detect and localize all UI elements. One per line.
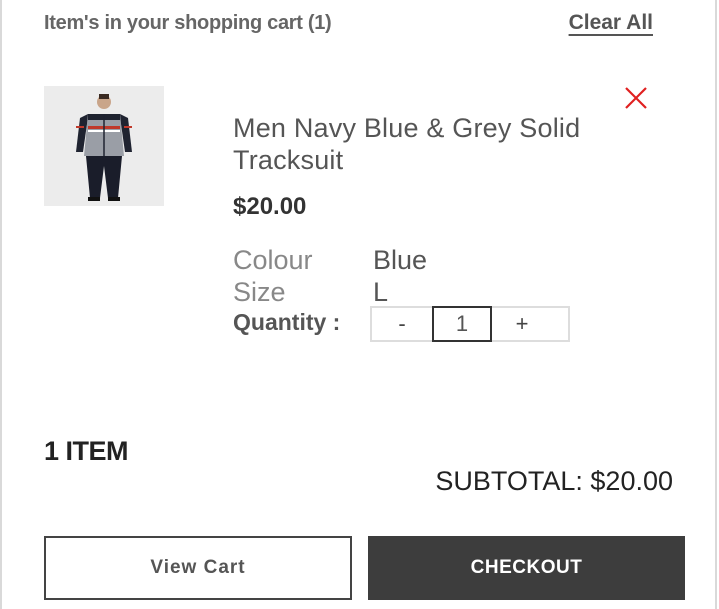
product-price: $20.00: [233, 193, 307, 220]
item-count: 1 ITEM: [44, 436, 129, 466]
attribute-size: Size L: [233, 276, 388, 308]
product-name[interactable]: Men Navy Blue & Grey Solid Tracksuit: [233, 112, 613, 176]
clear-all-link[interactable]: Clear All: [569, 11, 653, 35]
increment-button[interactable]: +: [492, 308, 552, 340]
close-icon: [625, 87, 647, 109]
quantity-input[interactable]: [432, 306, 492, 342]
attribute-label: Colour: [233, 245, 313, 275]
subtotal: SUBTOTAL: $20.00: [435, 466, 673, 496]
product-image[interactable]: [44, 86, 164, 206]
remove-item-button[interactable]: [622, 84, 650, 112]
attribute-colour: Colour Blue: [233, 244, 427, 276]
decrement-button[interactable]: -: [372, 308, 432, 340]
cart-title: Item's in your shopping cart (1): [44, 12, 332, 34]
tracksuit-photo-icon: [44, 86, 164, 206]
attribute-label: Size: [233, 277, 286, 307]
quantity-label: Quantity :: [233, 309, 341, 335]
attribute-value: L: [373, 277, 389, 307]
checkout-button[interactable]: CHECKOUT: [368, 536, 685, 600]
attribute-value: Blue: [373, 245, 428, 275]
quantity-stepper: - +: [370, 306, 570, 342]
mini-cart-panel: Item's in your shopping cart (1) Clear A…: [0, 0, 717, 609]
view-cart-button[interactable]: View Cart: [44, 536, 352, 600]
